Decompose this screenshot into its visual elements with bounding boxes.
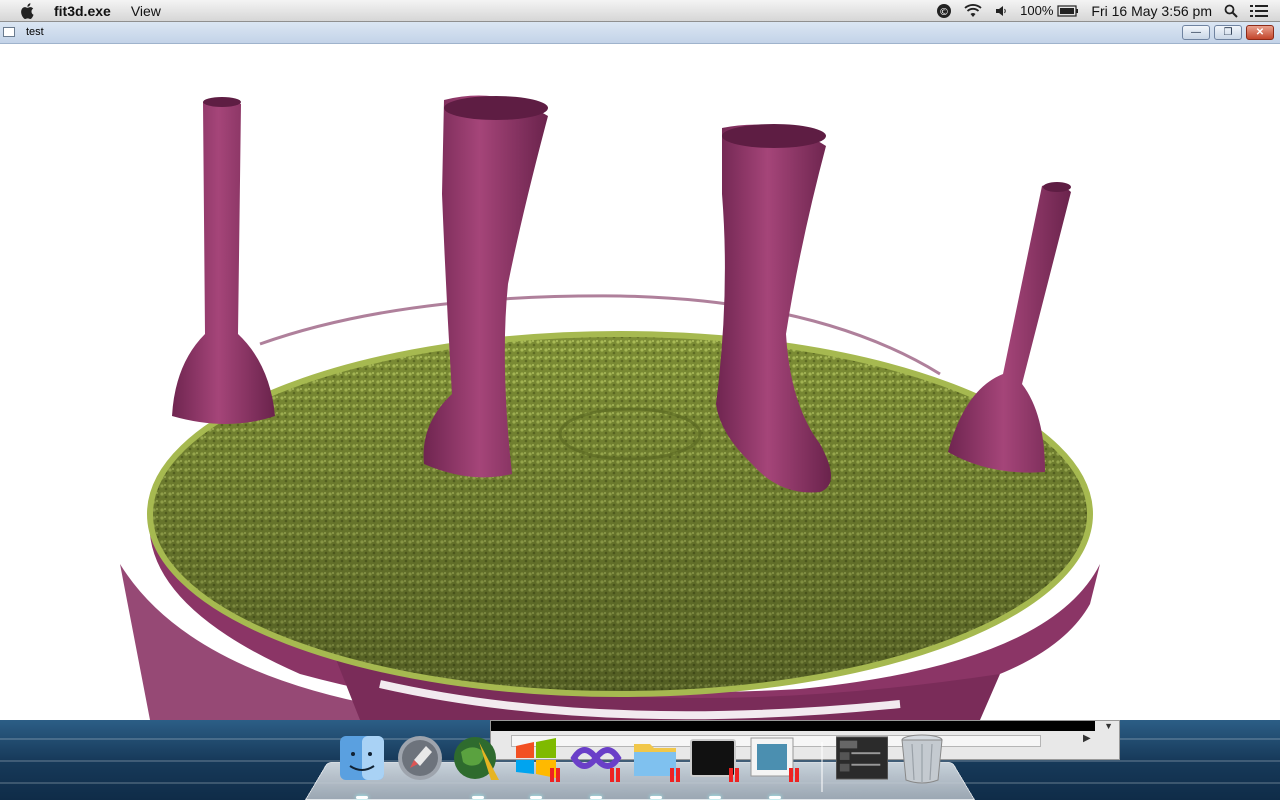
running-indicator [709, 796, 721, 799]
spotlight-icon[interactable] [1224, 4, 1238, 18]
wifi-icon[interactable] [964, 3, 982, 18]
background-window-content [491, 721, 1095, 731]
trash-icon[interactable] [896, 732, 948, 784]
status-area: © 100% Fri 16 May 3:56 pm [936, 0, 1280, 21]
grass-base [147, 294, 1093, 697]
close-button[interactable]: ✕ [1246, 25, 1274, 40]
volume-icon[interactable] [994, 4, 1008, 18]
minimize-icon: — [1191, 27, 1201, 38]
restore-button[interactable]: ❐ [1214, 25, 1242, 40]
notification-list-icon[interactable] [1250, 4, 1268, 18]
preview-icon[interactable] [749, 732, 801, 784]
sync-icon[interactable]: © [936, 3, 952, 19]
minimize-button[interactable]: — [1182, 25, 1210, 40]
finder-icon[interactable] [336, 732, 388, 784]
3d-scene [120, 95, 1100, 720]
window-title: test [26, 26, 44, 38]
running-indicator [650, 796, 662, 799]
right-boot [716, 124, 831, 493]
scroll-right-icon[interactable]: ▶ [1083, 733, 1091, 744]
running-indicator [356, 796, 368, 799]
launchpad-icon[interactable] [394, 732, 446, 784]
globe-app-icon[interactable] [451, 732, 503, 784]
window-app-icon[interactable] [3, 27, 15, 37]
right-thin-post [948, 182, 1071, 473]
running-indicator [472, 796, 484, 799]
running-indicator [530, 796, 542, 799]
datetime[interactable]: Fri 16 May 3:56 pm [1091, 3, 1212, 19]
window-title-bar[interactable]: test — ❐ ✕ [0, 22, 1280, 44]
terminal-icon[interactable] [689, 732, 741, 784]
folder-icon[interactable] [630, 732, 682, 784]
running-indicator [590, 796, 602, 799]
stack-thumbnail-icon[interactable] [836, 732, 888, 784]
view-menu[interactable]: View [131, 3, 161, 19]
3d-viewport[interactable] [0, 44, 1280, 720]
svg-text:©: © [939, 7, 949, 18]
app-name-menu[interactable]: fit3d.exe [54, 3, 111, 19]
battery-label[interactable]: 100% [1020, 3, 1053, 18]
windows-icon[interactable] [510, 732, 562, 784]
left-thin-post [172, 97, 275, 424]
apple-icon[interactable] [20, 2, 34, 19]
close-icon: ✕ [1255, 27, 1265, 38]
running-indicator [769, 796, 781, 799]
battery-icon[interactable] [1057, 4, 1079, 17]
restore-icon: ❐ [1223, 27, 1233, 38]
visual-studio-icon[interactable] [570, 732, 622, 784]
scroll-down-icon[interactable]: ▼ [1104, 721, 1113, 731]
dock-separator [821, 742, 823, 792]
menu-bar: fit3d.exe View © 100% Fri 16 May 3:56 pm [0, 0, 1280, 22]
